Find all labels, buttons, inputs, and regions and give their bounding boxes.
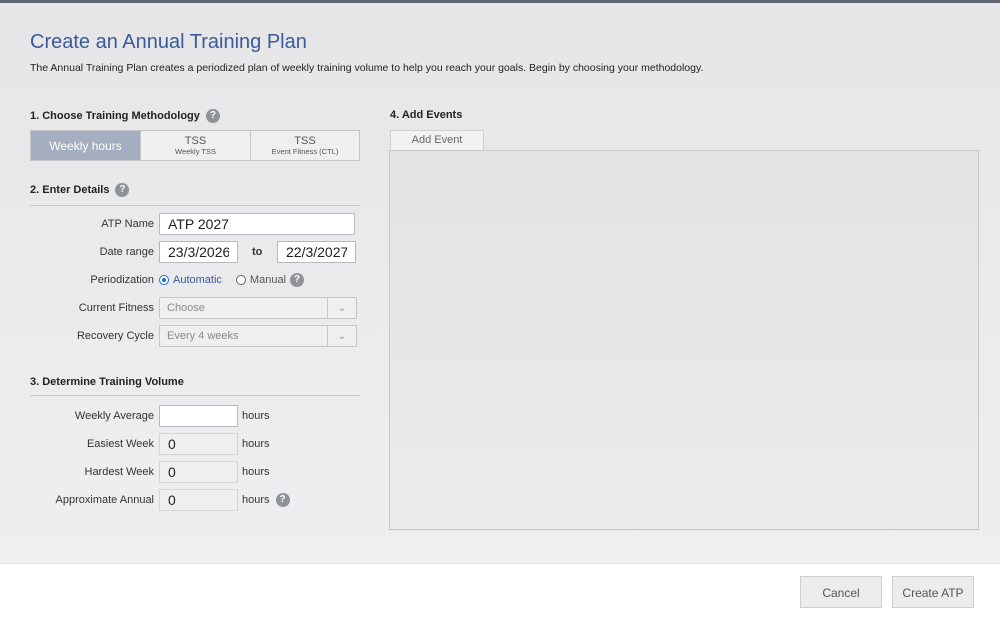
volume-heading: 3. Determine Training Volume <box>30 376 184 388</box>
details-heading: 2. Enter Details? <box>30 183 130 197</box>
methodology-help-icon[interactable]: ? <box>205 109 220 123</box>
details-help-icon[interactable]: ? <box>115 183 130 197</box>
volume-help-icon[interactable]: ? <box>275 493 290 507</box>
hardest-week-unit: hours <box>242 466 270 478</box>
date-range-label: Date range <box>99 246 154 258</box>
recovery-cycle-select[interactable]: Every 4 weeks ⌄ <box>159 325 357 347</box>
approximate-annual-unit: hours <box>242 494 270 506</box>
easiest-week-value <box>159 433 238 455</box>
methodology-option-label: TSS <box>294 134 316 147</box>
periodization-help-icon[interactable]: ? <box>290 273 304 287</box>
methodology-selector: Weekly hours TSS Weekly TSS TSS Event Fi… <box>30 130 360 161</box>
periodization-options: Automatic Manual ? <box>159 273 304 287</box>
weekly-average-input[interactable] <box>159 405 238 427</box>
recovery-cycle-value: Every 4 weeks <box>167 330 239 342</box>
methodology-option-label: Weekly hours <box>49 138 122 153</box>
approximate-annual-value <box>159 489 238 511</box>
easiest-week-unit: hours <box>242 438 270 450</box>
periodization-automatic-radio[interactable] <box>159 275 169 285</box>
current-fitness-value: Choose <box>167 302 205 314</box>
periodization-label: Periodization <box>90 274 154 286</box>
chevron-down-icon: ⌄ <box>327 326 356 346</box>
weekly-average-label: Weekly Average <box>74 410 154 422</box>
hardest-week-label: Hardest Week <box>84 466 155 478</box>
methodology-option-sublabel: Weekly TSS <box>175 146 216 156</box>
page-subtitle: The Annual Training Plan creates a perio… <box>30 62 704 74</box>
events-heading: 4. Add Events <box>390 109 463 121</box>
date-range-to-label: to <box>252 246 263 258</box>
approximate-annual-label: Approximate Annual <box>55 494 154 506</box>
methodology-event-fitness-ctl[interactable]: TSS Event Fitness (CTL) <box>251 131 359 160</box>
methodology-weekly-tss[interactable]: TSS Weekly TSS <box>141 131 251 160</box>
volume-divider <box>30 395 360 396</box>
add-event-button[interactable]: Add Event <box>390 130 484 150</box>
cancel-button[interactable]: Cancel <box>800 576 882 608</box>
date-start-input[interactable] <box>159 241 238 263</box>
methodology-heading: 1. Choose Training Methodology? <box>30 109 220 123</box>
methodology-option-label: TSS <box>184 134 207 147</box>
current-fitness-select[interactable]: Choose ⌄ <box>159 297 357 319</box>
methodology-weekly-hours[interactable]: Weekly hours <box>31 131 141 160</box>
methodology-heading-text: 1. Choose Training Methodology <box>30 109 200 122</box>
recovery-cycle-label: Recovery Cycle <box>76 330 154 342</box>
periodization-manual-radio[interactable] <box>235 275 246 285</box>
date-end-input[interactable] <box>277 241 356 263</box>
current-fitness-label: Current Fitness <box>78 302 154 314</box>
chevron-down-icon: ⌄ <box>327 298 356 318</box>
details-heading-text: 2. Enter Details <box>30 183 110 196</box>
periodization-automatic-label[interactable]: Automatic <box>173 274 222 286</box>
details-divider <box>30 205 360 206</box>
weekly-average-unit: hours <box>242 410 270 422</box>
periodization-manual-label[interactable]: Manual <box>250 274 286 286</box>
methodology-option-sublabel: Event Fitness (CTL) <box>271 146 339 156</box>
create-atp-button[interactable]: Create ATP <box>892 576 974 608</box>
events-area <box>389 150 979 530</box>
atp-name-label: ATP Name <box>101 218 154 230</box>
atp-name-input[interactable] <box>159 213 355 235</box>
page-title: Create an Annual Training Plan <box>30 31 307 53</box>
hardest-week-value <box>159 461 238 483</box>
easiest-week-label: Easiest Week <box>86 438 154 450</box>
approximate-annual-unit-group: hours? <box>242 493 290 507</box>
